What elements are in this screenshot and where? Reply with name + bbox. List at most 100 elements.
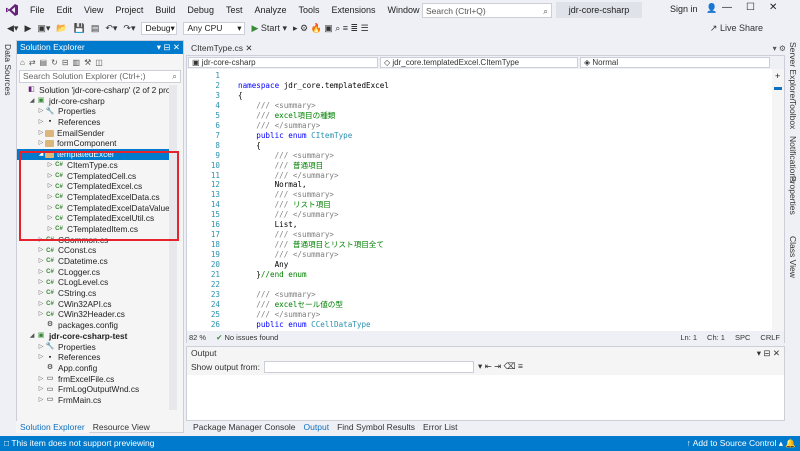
output-tool-icons[interactable]: ▾ ⇤ ⇥ ⌫ ≡ xyxy=(478,361,523,372)
tree-item[interactable]: ▷ 🔧 Properties xyxy=(17,342,177,353)
forward-icon[interactable]: ▶ xyxy=(21,23,34,34)
member-nav-select[interactable]: ◈ Normal xyxy=(580,57,770,68)
undo-icon[interactable]: ↶▾ xyxy=(102,23,120,34)
data-sources-tab[interactable]: Data Sources xyxy=(3,44,13,96)
type-nav-select[interactable]: ◇ jdr_core.templatedExcel.CItemType xyxy=(380,57,578,68)
menu-item-build[interactable]: Build xyxy=(149,0,181,20)
expander-icon[interactable]: ▷ xyxy=(37,288,45,299)
open-icon[interactable]: 📂 xyxy=(53,23,70,34)
split-icon[interactable]: + xyxy=(775,71,780,81)
live-share-button[interactable]: ↗ Live Share xyxy=(707,23,766,34)
properties-icon[interactable]: ⚒ xyxy=(84,58,91,67)
new-item-icon[interactable]: ▣▾ xyxy=(34,23,53,34)
config-select[interactable]: Debug ▾ xyxy=(141,22,178,35)
toolbar-misc-icons[interactable]: ▸ ⚙ 🔥 ▣ ⌕ ≡ ≣ ☰ xyxy=(290,23,372,34)
expander-icon[interactable]: ▷ xyxy=(37,299,45,310)
tab-resource-view[interactable]: Resource View xyxy=(89,421,154,433)
tree-item[interactable]: ▷ ▭ FrmLogOutputWnd.cs xyxy=(17,384,177,395)
project-nav-select[interactable]: ▣ jdr-core-csharp xyxy=(188,57,378,68)
expander-icon[interactable]: ◢ xyxy=(28,96,36,107)
tree-item[interactable]: ▷ ▪ References xyxy=(17,352,177,363)
source-control-button[interactable]: ↑ Add to Source Control ▴ 🔔 xyxy=(687,436,796,451)
panel-controls-icon[interactable]: ▾ ⊟ ✕ xyxy=(757,347,784,359)
expander-icon[interactable]: ▷ xyxy=(37,395,45,406)
tree-item[interactable]: ◢ ▣ jdr-core-csharp xyxy=(17,96,177,107)
tab-error-list[interactable]: Error List xyxy=(420,421,460,433)
expander-icon[interactable]: ▷ xyxy=(37,277,45,288)
solution-tree-scrollbar[interactable] xyxy=(169,85,177,410)
tab-output[interactable]: Output xyxy=(301,421,333,433)
expander-icon[interactable]: ▷ xyxy=(37,138,45,149)
issues-status[interactable]: ✔ No issues found xyxy=(216,333,278,342)
menu-item-debug[interactable]: Debug xyxy=(181,0,220,20)
back-icon[interactable]: ◀▾ xyxy=(4,23,21,34)
expander-icon[interactable]: ▷ xyxy=(37,267,45,278)
search-box[interactable]: Search (Ctrl+Q) ⌕ xyxy=(422,3,552,18)
redo-icon[interactable]: ↷▾ xyxy=(120,23,138,34)
side-tab-properties[interactable]: Properties xyxy=(788,176,798,215)
tree-item[interactable]: ▷ 🔧 Properties xyxy=(17,106,177,117)
tree-item[interactable]: ▷ C# CDatetime.cs xyxy=(17,256,177,267)
tab-solution-explorer[interactable]: Solution Explorer xyxy=(16,421,89,433)
collapse-all-icon[interactable]: ⊟ xyxy=(62,58,69,67)
tree-item[interactable]: ◢ ▣ jdr-core-csharp-test xyxy=(17,331,177,342)
menu-item-tools[interactable]: Tools xyxy=(293,0,326,20)
editor-scrollbar[interactable]: + xyxy=(772,69,784,331)
pending-changes-icon[interactable]: ▤ xyxy=(40,58,48,67)
account-icon[interactable]: 👤 xyxy=(706,3,717,14)
code-area[interactable]: 1 2 namespace jdr_core.templatedExcel 3{4 /… xyxy=(187,71,773,330)
refresh-icon[interactable]: ↻ xyxy=(51,58,58,67)
expander-icon[interactable]: ▷ xyxy=(37,342,45,353)
tree-item[interactable]: ▷ C# CString.cs xyxy=(17,288,177,299)
sign-in-link[interactable]: Sign in xyxy=(670,4,698,14)
expander-icon[interactable]: ▷ xyxy=(37,256,45,267)
save-icon[interactable]: 💾 xyxy=(71,23,88,34)
tab-overflow-icon[interactable]: ▾ ⚙ xyxy=(773,44,786,53)
output-content[interactable] xyxy=(187,375,784,420)
save-all-icon[interactable]: ▤ xyxy=(88,23,103,34)
side-tab-toolbox[interactable]: Toolbox xyxy=(788,100,798,129)
expander-icon[interactable]: ▷ xyxy=(37,106,45,117)
expander-icon[interactable]: ▷ xyxy=(37,352,45,363)
tab-citemtype[interactable]: CItemType.cs ✕ xyxy=(186,42,258,55)
sync-icon[interactable]: ⇄ xyxy=(29,58,36,67)
expander-icon[interactable]: ▷ xyxy=(37,374,45,385)
expander-icon[interactable]: ▷ xyxy=(37,309,45,320)
pin-icon[interactable]: ✕ xyxy=(245,43,252,53)
menu-item-test[interactable]: Test xyxy=(220,0,249,20)
side-tab-class-view[interactable]: Class View xyxy=(788,236,798,278)
tree-item[interactable]: ▷ C# CWin32API.cs xyxy=(17,299,177,310)
menu-item-file[interactable]: File xyxy=(24,0,51,20)
menu-item-analyze[interactable]: Analyze xyxy=(248,0,292,20)
tree-item[interactable]: ⚙ App.config xyxy=(17,363,177,374)
tree-item[interactable]: ▷ ▭ frmExcelFile.cs xyxy=(17,374,177,385)
menu-item-project[interactable]: Project xyxy=(109,0,149,20)
solution-explorer-search[interactable]: Search Solution Explorer (Ctrl+;) ⌕ xyxy=(19,70,181,83)
home-icon[interactable]: ⌂ xyxy=(20,58,25,67)
menu-item-edit[interactable]: Edit xyxy=(51,0,79,20)
tree-item[interactable]: ▷ C# CConst.cs xyxy=(17,245,177,256)
start-button[interactable]: ▶ Start ▾ xyxy=(248,23,289,34)
tab-package-manager-console[interactable]: Package Manager Console xyxy=(190,421,299,433)
tree-item[interactable]: ⚙ packages.config xyxy=(17,320,177,331)
expander-icon[interactable]: ◢ xyxy=(28,331,36,342)
tree-item[interactable]: ◧ Solution 'jdr-core-csharp' (2 of 2 proj… xyxy=(17,85,177,96)
tree-item[interactable]: ▷ C# CLogger.cs xyxy=(17,267,177,278)
expander-icon[interactable]: ▷ xyxy=(37,117,45,128)
expander-icon[interactable]: ▷ xyxy=(37,384,45,395)
tree-item[interactable]: ▷ EmailSender xyxy=(17,128,177,139)
minimize-icon[interactable]: — xyxy=(722,2,732,13)
platform-select[interactable]: Any CPU ▾ xyxy=(183,22,246,35)
output-source-select[interactable] xyxy=(263,360,474,373)
tree-item[interactable]: ▷ formComponent xyxy=(17,138,177,149)
menu-item-view[interactable]: View xyxy=(78,0,109,20)
close-icon[interactable]: ✕ xyxy=(769,2,777,13)
preview-icon[interactable]: ◫ xyxy=(95,58,103,67)
side-tab-server-explorer[interactable]: Server Explorer xyxy=(788,42,798,101)
panel-controls-icon[interactable]: ▾ ⊟ ✕ xyxy=(157,41,183,54)
tree-item[interactable]: ▷ ▭ FrmMain.cs xyxy=(17,395,177,406)
notification-icon[interactable]: 🔔 xyxy=(785,438,796,448)
tree-item[interactable]: ▷ ▪ References xyxy=(17,117,177,128)
show-all-files-icon[interactable]: ▥ xyxy=(73,58,81,67)
menu-item-extensions[interactable]: Extensions xyxy=(326,0,382,20)
